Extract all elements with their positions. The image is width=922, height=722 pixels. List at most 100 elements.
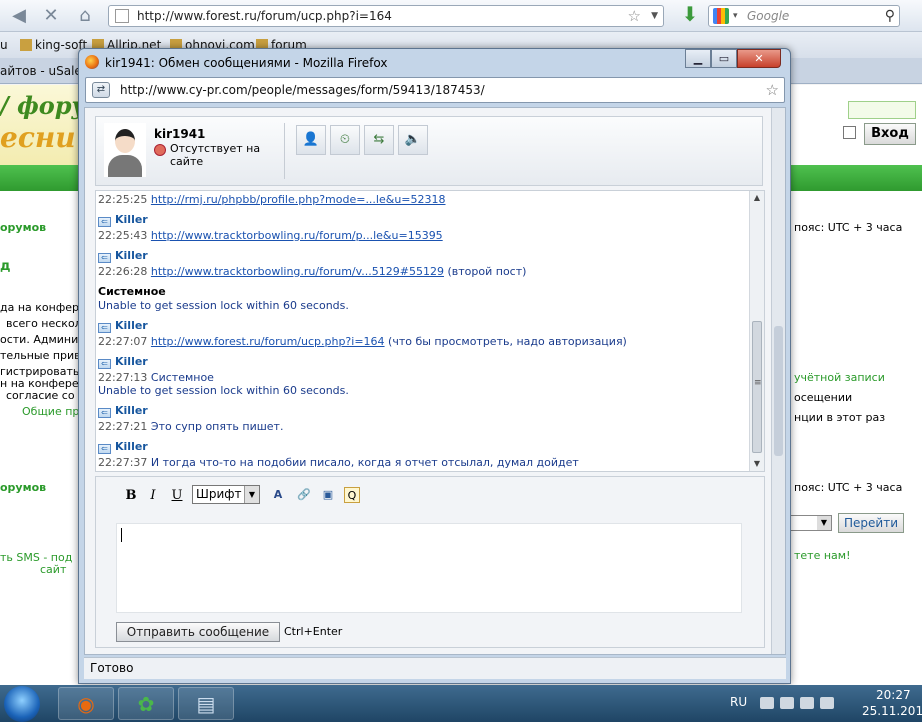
minimize-button[interactable]: ▁ [685, 49, 711, 68]
underline-button[interactable]: U [168, 487, 186, 505]
scroll-down-icon[interactable]: ▼ [750, 457, 764, 471]
bookmark-star-icon[interactable]: ☆ [628, 6, 641, 26]
popup-url-bar[interactable]: ⇄ http://www.cy-pr.com/people/messages/f… [85, 77, 785, 103]
download-icon[interactable]: ⬇ [678, 2, 702, 28]
chat-message: 22:25:43 http://www.tracktorbowling.ru/f… [98, 229, 443, 242]
stop-icon[interactable]: ✕ [40, 5, 62, 27]
power-icon[interactable] [820, 697, 834, 709]
tray-icon[interactable] [760, 697, 774, 709]
search-icon[interactable]: ⚲ [885, 6, 895, 26]
chat-message: 22:27:07 http://www.forest.ru/forum/ucp.… [98, 335, 627, 348]
chat-message: Unable to get session lock within 60 sec… [98, 384, 349, 397]
scroll-up-icon[interactable]: ▲ [750, 191, 764, 205]
maximize-button[interactable]: ▭ [711, 49, 737, 68]
quote-icon[interactable]: Q [344, 487, 360, 503]
font-select[interactable]: Шрифт ▼ [192, 485, 260, 504]
message-sender: ⇐ Killer [98, 213, 148, 227]
login-field[interactable] [848, 101, 916, 119]
contact-status: Отсутствует на сайте [170, 142, 261, 168]
search-box[interactable]: ▾ Google ⚲ [708, 5, 900, 27]
taskbar: ◉ ✿ ▤ RU 20:27 25.11.2011 [0, 685, 922, 722]
user-profile-icon[interactable]: 👤 [296, 125, 326, 155]
messages-popup-window: kir1941: Обмен сообщениями - Mozilla Fir… [78, 48, 791, 684]
popup-scrollbar[interactable] [771, 108, 785, 654]
incoming-message-icon: ⇐ [98, 444, 111, 454]
scroll-thumb[interactable] [752, 321, 762, 453]
bg-text: д [0, 259, 11, 274]
timezone-text: пояс: UTC + 3 часа [794, 221, 903, 234]
bg-text: осещении [794, 391, 853, 404]
incoming-message-icon: ⇐ [98, 408, 111, 418]
text-color-icon[interactable]: A [270, 487, 286, 503]
back-icon[interactable]: ◀ [8, 5, 30, 27]
site-identity-icon[interactable]: ⇄ [92, 82, 110, 98]
contact-name[interactable]: kir1941 [154, 127, 205, 141]
message-input[interactable] [116, 523, 742, 613]
compose-panel: B I U Шрифт ▼ A 🔗 ▣ Q Отправить сообщени… [95, 476, 765, 648]
link-icon[interactable]: 🔗 [296, 487, 312, 503]
icq-task-icon[interactable]: ✿ [118, 687, 174, 720]
history-icon[interactable]: ⏲ [330, 125, 360, 155]
offline-status-icon [154, 144, 166, 156]
italic-button[interactable]: I [144, 487, 162, 505]
bookmark-star-icon[interactable]: ☆ [766, 78, 779, 102]
network-icon[interactable] [780, 697, 794, 709]
chat-message: 22:27:13 Системное [98, 371, 214, 384]
bold-button[interactable]: B [122, 487, 140, 505]
chat-message: 22:26:28 http://www.tracktorbowling.ru/f… [98, 265, 527, 278]
close-button[interactable]: ✕ [737, 49, 781, 68]
message-link[interactable]: http://www.tracktorbowling.ru/forum/p...… [151, 229, 443, 242]
firefox-icon [85, 55, 99, 69]
firefox-task-icon[interactable]: ◉ [58, 687, 114, 720]
clock-time[interactable]: 20:27 [876, 688, 911, 702]
bg-link[interactable]: учётной записи [794, 371, 885, 384]
jump-select[interactable]: ▼ [786, 515, 832, 531]
bg-link[interactable]: Общие пр [22, 405, 79, 418]
bg-link[interactable]: тете нам! [794, 549, 851, 562]
send-shortcut-hint: Ctrl+Enter [284, 625, 343, 638]
message-link[interactable]: http://rmj.ru/phpbb/profile.php?mode=...… [151, 193, 446, 206]
bg-text: согласие со [6, 389, 75, 402]
clock-date[interactable]: 25.11.2011 [862, 704, 922, 718]
message-link[interactable]: http://www.tracktorbowling.ru/forum/v...… [151, 265, 444, 278]
volume-icon[interactable] [800, 697, 814, 709]
url-dropdown-icon[interactable]: ▼ [651, 6, 658, 26]
message-sender: ⇐ Killer [98, 249, 148, 263]
start-button[interactable] [4, 686, 40, 722]
bg-text: всего нескол [6, 317, 82, 330]
timezone-text: пояс: UTC + 3 часа [794, 481, 903, 494]
message-sender: ⇐ Killer [98, 319, 148, 333]
bg-text: да на конфер [0, 301, 79, 314]
message-sender: ⇐ Killer [98, 440, 148, 454]
bookmark-icon [20, 39, 32, 51]
scroll-thumb[interactable] [774, 326, 783, 456]
chat-history[interactable]: 22:25:25 http://rmj.ru/phpbb/profile.php… [95, 190, 765, 472]
incoming-message-icon: ⇐ [98, 253, 111, 263]
background-url-text: http://www.forest.ru/forum/ucp.php?i=164 [137, 9, 392, 23]
notepad-task-icon[interactable]: ▤ [178, 687, 234, 720]
login-button[interactable]: Вход [864, 123, 916, 145]
message-link[interactable]: http://www.forest.ru/forum/ucp.php?i=164 [151, 335, 385, 348]
home-icon[interactable]: ⌂ [74, 5, 96, 27]
chat-scrollbar[interactable]: ▲ ▼ [749, 191, 764, 471]
go-button[interactable]: Перейти [838, 513, 904, 533]
bg-text: тельные прив [0, 349, 81, 362]
background-tab[interactable]: айтов - uSale - [0, 58, 90, 84]
image-icon[interactable]: ▣ [320, 487, 336, 503]
chat-message: 22:27:21 Это супр опять пишет. [98, 420, 284, 433]
message-sender: ⇐ Killer [98, 404, 148, 418]
bookmark-item[interactable]: u [0, 32, 8, 58]
status-bar: Готово [84, 657, 786, 679]
chat-message: 22:25:25 http://rmj.ru/phpbb/profile.php… [98, 193, 446, 206]
background-url-bar[interactable]: http://www.forest.ru/forum/ucp.php?i=164… [108, 5, 664, 27]
remember-checkbox[interactable] [843, 126, 856, 139]
language-indicator[interactable]: RU [730, 695, 747, 709]
google-icon [713, 8, 729, 24]
send-button[interactable]: Отправить сообщение [116, 622, 280, 642]
bg-link[interactable]: сайт [40, 563, 66, 576]
search-engine-dropdown-icon[interactable]: ▾ [733, 6, 738, 26]
transfer-icon[interactable]: ⇆ [364, 125, 394, 155]
sound-icon[interactable]: 🔈 [398, 125, 428, 155]
search-placeholder: Google [747, 9, 790, 23]
bg-text: нции в этот раз [794, 411, 886, 424]
